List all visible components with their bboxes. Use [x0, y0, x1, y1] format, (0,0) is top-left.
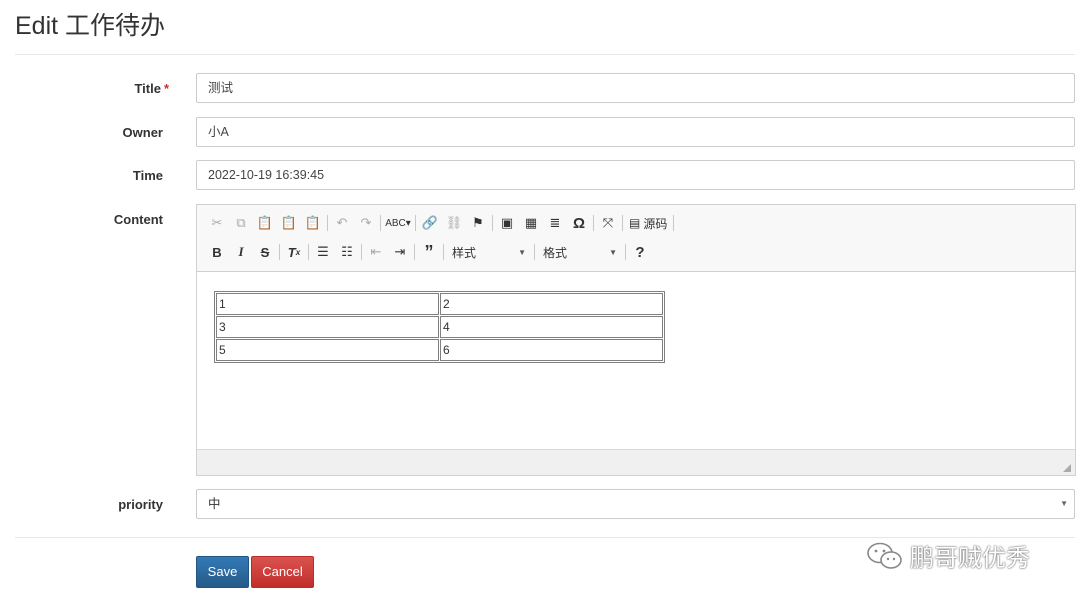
title-input[interactable]: 测试: [196, 73, 1075, 103]
chevron-down-icon: ▼: [609, 247, 617, 257]
bold-icon[interactable]: B: [205, 241, 229, 263]
page-title: Edit 工作待办: [15, 12, 166, 40]
paste-word-icon[interactable]: 📋: [301, 212, 325, 234]
toolbar-row-1: ✂ ⧉ 📋 📋 📋 ↶ ↷ ABC▾ 🔗 ⛓ ⚑ ▣ ▦ ≣ Ω ⤧ ▤ 源码: [205, 211, 676, 235]
title-label: Title *: [134, 81, 169, 96]
chevron-down-icon: ▼: [1060, 499, 1068, 508]
watermark: 鹏哥贼优秀: [866, 538, 1030, 573]
format-dropdown[interactable]: 格式 ▼: [537, 241, 623, 263]
chevron-down-icon: ▼: [518, 247, 526, 257]
outdent-icon[interactable]: ⇤: [364, 241, 388, 263]
indent-icon[interactable]: ⇥: [388, 241, 412, 263]
table-cell[interactable]: 2: [440, 293, 663, 315]
toolbar-row-2: B I S Tx ☰ ☷ ⇤ ⇥ ” 样式 ▼ 格式 ▼ ?: [205, 240, 652, 264]
remove-format-icon[interactable]: Tx: [282, 241, 306, 263]
table-row: 34: [216, 316, 663, 338]
cancel-button[interactable]: Cancel: [251, 556, 314, 588]
horizontal-rule-icon[interactable]: ≣: [543, 212, 567, 234]
blockquote-icon[interactable]: ”: [417, 241, 441, 263]
paste-icon[interactable]: 📋: [253, 212, 277, 234]
content-label: Content: [113, 212, 163, 227]
help-icon[interactable]: ?: [628, 241, 652, 263]
editor-status-bar: [197, 449, 1075, 475]
table-row: 56: [216, 339, 663, 361]
maximize-icon[interactable]: ⤧: [596, 212, 620, 234]
priority-label: priority: [118, 497, 163, 512]
table-icon[interactable]: ▦: [519, 212, 543, 234]
italic-icon[interactable]: I: [229, 241, 253, 263]
table-cell[interactable]: 1: [216, 293, 439, 315]
wechat-icon: [867, 542, 902, 569]
unlink-icon[interactable]: ⛓: [442, 212, 466, 234]
link-icon[interactable]: 🔗: [418, 212, 442, 234]
priority-select[interactable]: 中 ▼: [196, 489, 1075, 519]
anchor-flag-icon[interactable]: ⚑: [466, 212, 490, 234]
table-cell[interactable]: 6: [440, 339, 663, 361]
save-button[interactable]: Save: [196, 556, 249, 588]
required-mark: *: [163, 81, 169, 96]
owner-input[interactable]: 小A: [196, 117, 1075, 147]
source-icon: ▤: [629, 216, 641, 230]
special-char-omega-icon[interactable]: Ω: [567, 212, 591, 234]
owner-label: Owner: [122, 125, 163, 140]
editor-content-area[interactable]: 12 34 56: [197, 272, 1075, 449]
paste-text-icon[interactable]: 📋: [277, 212, 301, 234]
priority-selected-value: 中: [208, 497, 221, 511]
copy-icon[interactable]: ⧉: [229, 212, 253, 234]
watermark-text: 鹏哥贼优秀: [910, 545, 1030, 572]
table-cell[interactable]: 3: [216, 316, 439, 338]
numbered-list-icon[interactable]: ☰: [311, 241, 335, 263]
cut-icon[interactable]: ✂: [205, 212, 229, 234]
editor-toolbar: ✂ ⧉ 📋 📋 📋 ↶ ↷ ABC▾ 🔗 ⛓ ⚑ ▣ ▦ ≣ Ω ⤧ ▤源码: [197, 205, 1075, 272]
content-table[interactable]: 12 34 56: [214, 291, 665, 363]
table-cell[interactable]: 4: [440, 316, 663, 338]
table-cell[interactable]: 5: [216, 339, 439, 361]
styles-dropdown[interactable]: 样式 ▼: [446, 241, 532, 263]
spellcheck-icon[interactable]: ABC▾: [383, 212, 413, 234]
image-icon[interactable]: ▣: [495, 212, 519, 234]
bulleted-list-icon[interactable]: ☷: [335, 241, 359, 263]
resize-handle-icon[interactable]: [1063, 464, 1071, 472]
redo-icon[interactable]: ↷: [354, 212, 378, 234]
source-button[interactable]: ▤ 源码: [625, 212, 671, 234]
time-input[interactable]: 2022-10-19 16:39:45: [196, 160, 1075, 190]
header-divider: [15, 54, 1075, 55]
time-label: Time: [132, 168, 163, 183]
undo-icon[interactable]: ↶: [330, 212, 354, 234]
table-row: 12: [216, 293, 663, 315]
strikethrough-icon[interactable]: S: [253, 241, 277, 263]
rich-text-editor: ✂ ⧉ 📋 📋 📋 ↶ ↷ ABC▾ 🔗 ⛓ ⚑ ▣ ▦ ≣ Ω ⤧ ▤源码: [196, 204, 1076, 476]
